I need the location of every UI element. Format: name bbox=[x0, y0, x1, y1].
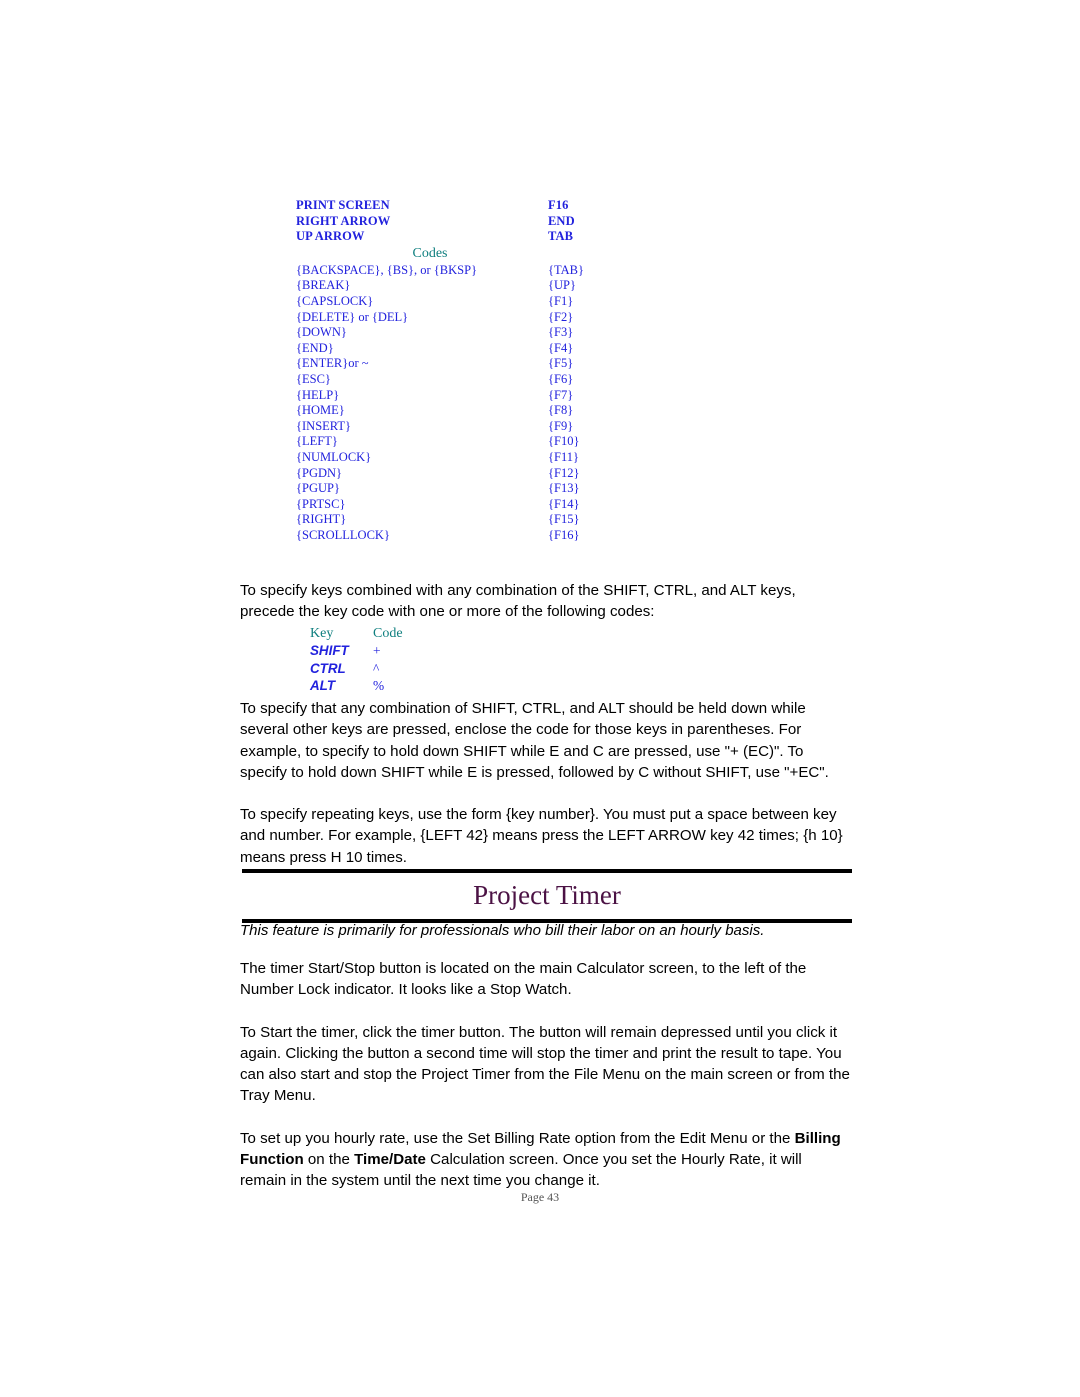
key-name: {PGUP} bbox=[296, 481, 340, 496]
key-code: {F11} bbox=[548, 449, 579, 464]
table-row: RIGHT ARROW END bbox=[296, 214, 626, 230]
modifier-key-code: + bbox=[373, 643, 381, 659]
key-code: {F7} bbox=[548, 387, 574, 402]
key-name: {PGDN} bbox=[296, 465, 343, 480]
key-code: END bbox=[548, 213, 575, 228]
table-row: SHIFT + bbox=[310, 642, 852, 660]
key-name: {BREAK} bbox=[296, 278, 351, 293]
key-code: {F16} bbox=[548, 527, 580, 542]
key-name: {HELP} bbox=[296, 387, 340, 402]
table-row: {DELETE} or {DEL} {F2} bbox=[296, 310, 626, 326]
key-code: {F12} bbox=[548, 465, 580, 480]
key-code: {F1} bbox=[548, 293, 574, 308]
key-name: {BACKSPACE}, {BS}, or {BKSP} bbox=[296, 262, 478, 277]
key-code: {F9} bbox=[548, 418, 574, 433]
key-name: {DOWN} bbox=[296, 325, 347, 340]
key-name: {INSERT} bbox=[296, 418, 351, 433]
syntax-explanation-section: To specify that any combination of SHIFT… bbox=[240, 698, 852, 868]
key-code-reference-table: PRINT SCREEN F16 RIGHT ARROW END UP ARRO… bbox=[296, 198, 626, 543]
key-name: {ENTER}or ~ bbox=[296, 356, 369, 371]
key-code: {F14} bbox=[548, 496, 580, 511]
key-code: TAB bbox=[548, 229, 574, 244]
key-name: {LEFT} bbox=[296, 434, 338, 449]
modifier-key-code: % bbox=[373, 678, 385, 694]
key-name: {PRTSC} bbox=[296, 496, 346, 511]
key-code: {F13} bbox=[548, 481, 580, 496]
key-name: {NUMLOCK} bbox=[296, 449, 372, 464]
table-row: {RIGHT} {F15} bbox=[296, 512, 626, 528]
key-name: {RIGHT} bbox=[296, 512, 347, 527]
page-footer: Page 43 bbox=[520, 1190, 560, 1204]
key-code: {F8} bbox=[548, 403, 574, 418]
section-subtitle: This feature is primarily for profession… bbox=[240, 922, 765, 939]
modifier-section: To specify keys combined with any combin… bbox=[240, 580, 852, 695]
key-code: {UP} bbox=[548, 278, 576, 293]
billing-rate-text-1: To set up you hourly rate, use the Set B… bbox=[240, 1129, 795, 1147]
table-row: {CAPSLOCK} {F1} bbox=[296, 294, 626, 310]
key-code: {F2} bbox=[548, 309, 574, 324]
table-row: {INSERT} {F9} bbox=[296, 419, 626, 435]
key-code: {TAB} bbox=[548, 262, 584, 277]
table-row: {NUMLOCK} {F11} bbox=[296, 450, 626, 466]
key-name: {ESC} bbox=[296, 371, 331, 386]
timer-usage-paragraph: To Start the timer, click the timer butt… bbox=[240, 1023, 850, 1105]
modifier-key-name: CTRL bbox=[310, 660, 346, 676]
key-code: {F10} bbox=[548, 434, 580, 449]
table-row: {END} {F4} bbox=[296, 341, 626, 357]
billing-rate-paragraph: To set up you hourly rate, use the Set B… bbox=[240, 1128, 852, 1192]
modifier-key-name: ALT bbox=[310, 678, 336, 694]
key-code: {F6} bbox=[548, 371, 574, 386]
column-header-key: Key bbox=[310, 625, 334, 641]
codes-column-header: Codes bbox=[412, 245, 448, 261]
modifier-key-code: ^ bbox=[373, 660, 380, 676]
table-row: {ESC} {F6} bbox=[296, 372, 626, 388]
parenthesis-rule-paragraph: To specify that any combination of SHIFT… bbox=[240, 700, 829, 781]
table-row: {HOME} {F8} bbox=[296, 403, 626, 419]
table-row: UP ARROW TAB bbox=[296, 229, 626, 245]
table-row: {SCROLLLOCK} {F16} bbox=[296, 528, 626, 544]
table-row: {DOWN} {F3} bbox=[296, 325, 626, 341]
table-row: PRINT SCREEN F16 bbox=[296, 198, 626, 214]
table-row: CTRL ^ bbox=[310, 660, 852, 678]
table-row: {LEFT} {F10} bbox=[296, 434, 626, 450]
key-name: {END} bbox=[296, 340, 334, 355]
table-row: {BREAK} {UP} bbox=[296, 278, 626, 294]
key-name: {HOME} bbox=[296, 403, 345, 418]
modifier-intro-paragraph: To specify keys combined with any combin… bbox=[240, 582, 796, 621]
timer-button-location-paragraph: The timer Start/Stop button is located o… bbox=[240, 960, 807, 999]
key-code: {F3} bbox=[548, 325, 574, 340]
key-name: {SCROLLLOCK} bbox=[296, 527, 390, 542]
table-row: {PGUP} {F13} bbox=[296, 481, 626, 497]
column-header-code: Code bbox=[373, 625, 403, 641]
page-title: Project Timer bbox=[473, 880, 621, 910]
key-code: {F4} bbox=[548, 340, 574, 355]
time-date-term: Time/Date bbox=[354, 1151, 426, 1169]
key-name: {CAPSLOCK} bbox=[296, 293, 374, 308]
key-code: F16 bbox=[548, 198, 569, 212]
key-name: RIGHT ARROW bbox=[296, 213, 391, 228]
modifier-table-header: Key Code bbox=[310, 625, 852, 643]
key-name: {DELETE} or {DEL} bbox=[296, 309, 409, 324]
key-name: UP ARROW bbox=[296, 229, 365, 244]
table-row: {PRTSC} {F14} bbox=[296, 497, 626, 513]
repeating-keys-paragraph: To specify repeating keys, use the form … bbox=[240, 806, 843, 866]
table-row: {BACKSPACE}, {BS}, or {BKSP} {TAB} bbox=[296, 263, 626, 279]
key-code: {F5} bbox=[548, 356, 574, 371]
key-code: {F15} bbox=[548, 512, 580, 527]
project-timer-heading-block: Project Timer bbox=[242, 869, 852, 923]
modifier-code-table: Key Code SHIFT + CTRL ^ ALT % bbox=[310, 625, 852, 695]
billing-rate-text-2: on the bbox=[303, 1151, 355, 1169]
timer-instructions: The timer Start/Stop button is located o… bbox=[240, 958, 852, 1192]
table-row: ALT % bbox=[310, 677, 852, 695]
table-row: {HELP} {F7} bbox=[296, 388, 626, 404]
modifier-key-name: SHIFT bbox=[310, 643, 349, 659]
key-name: PRINT SCREEN bbox=[296, 198, 390, 212]
table-row: {PGDN} {F12} bbox=[296, 466, 626, 482]
project-timer-body: This feature is primarily for profession… bbox=[240, 920, 852, 941]
table-row: {ENTER}or ~ {F5} bbox=[296, 356, 626, 372]
